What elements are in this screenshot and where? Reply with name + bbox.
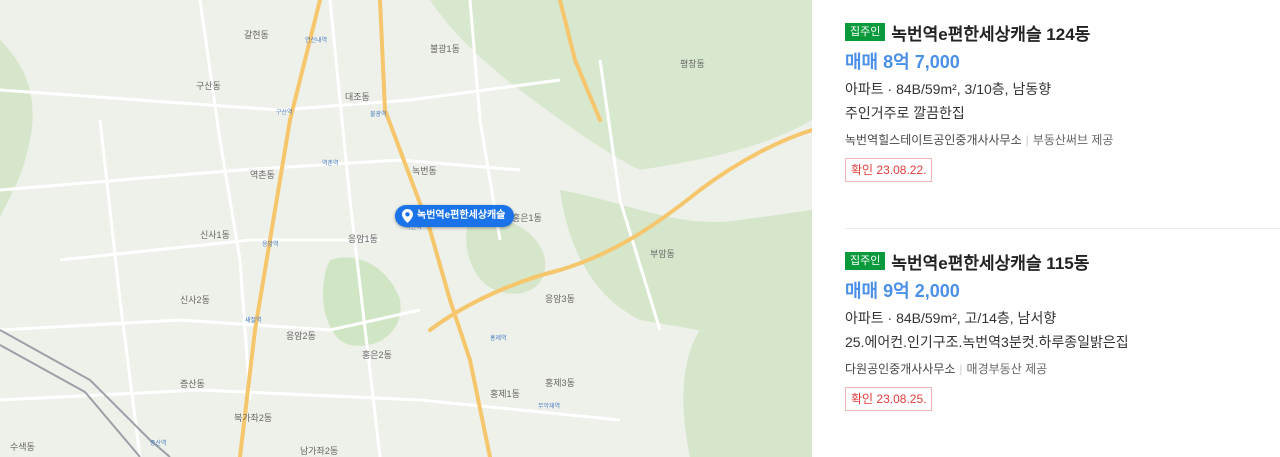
map-area-label: 증산동	[180, 379, 205, 389]
separator: |	[959, 362, 963, 376]
map-area-label: 평창동	[680, 59, 705, 69]
listing-card[interactable]: 집주인 녹번역e편한세상캐슬 115동 매매 9억 2,000 아파트 · 84…	[845, 250, 1280, 411]
listing-title[interactable]: 녹번역e편한세상캐슬 124동	[891, 20, 1090, 45]
map-area-label: 남가좌2동	[300, 446, 339, 456]
listing-description: 주인거주로 깔끔한집	[845, 105, 965, 121]
listing-agency-row: 다원공인중개사사무소 | 매경부동산 제공	[845, 361, 1280, 377]
map-area-label: 대조동	[345, 92, 370, 102]
map-area-label: 구산동	[196, 81, 221, 91]
listing-spec: 아파트 · 84B/59m², 고/14층, 남서향	[845, 310, 1057, 326]
listing-price: 매매 8억 7,000	[845, 52, 960, 72]
station-label: 홍제역	[490, 336, 507, 342]
map-area-label: 홍제3동	[545, 378, 575, 388]
map-pin-label: 녹번역e편한세상캐슬	[417, 210, 506, 221]
map-area-label: 신사1동	[200, 230, 230, 240]
map-view[interactable]: 불광1동 구산동 대조동 갈현동 역촌동 녹번동 응암1동 응암2동 신사1동 …	[0, 0, 812, 457]
map-area-label: 녹번동	[412, 166, 437, 176]
map-area-label: 홍은1동	[512, 213, 542, 223]
map-area-label: 불광1동	[430, 44, 460, 54]
provider-name: 부동산써브 제공	[1032, 133, 1114, 147]
map-area-label: 부암동	[650, 249, 675, 259]
station-label: 역촌역	[322, 161, 339, 167]
listing-description: 25.에어컨.인기구조.녹번역3분컷.하루종일밝은집	[845, 334, 1129, 350]
map-area-label: 홍은2동	[362, 350, 392, 360]
map-area-label: 홍제1동	[490, 389, 520, 399]
map-area-label: 신사2동	[180, 295, 210, 305]
confirm-date-badge: 확인 23.08.22.	[845, 158, 933, 182]
listing-card[interactable]: 집주인 녹번역e편한세상캐슬 124동 매매 8억 7,000 아파트 · 84…	[845, 21, 1280, 182]
station-label: 구산역	[276, 110, 293, 116]
map-area-label: 북가좌2동	[234, 413, 273, 423]
confirm-date-badge: 확인 23.08.25.	[845, 387, 933, 411]
station-label: 응암역	[262, 242, 279, 248]
listing-agency-row: 녹번역힐스테이트공인중개사사무소 | 부동산써브 제공	[845, 132, 1280, 148]
separator: |	[1025, 133, 1029, 147]
listing-spec: 아파트 · 84B/59m², 3/10층, 남동향	[845, 81, 1052, 97]
listing-price: 매매 9억 2,000	[845, 281, 960, 301]
station-label: 무악재역	[538, 404, 561, 410]
map-area-label: 응암2동	[286, 331, 316, 341]
map-area-label: 응암1동	[348, 234, 378, 244]
station-label: 새절역	[245, 318, 262, 324]
owner-badge: 집주인	[845, 23, 886, 41]
listing-title[interactable]: 녹번역e편한세상캐슬 115동	[891, 249, 1089, 274]
station-label: 증산역	[150, 441, 167, 447]
map-pin-marker[interactable]: 녹번역e편한세상캐슬	[395, 205, 515, 227]
map-area-label: 갈현동	[244, 30, 269, 40]
map-area-label: 수색동	[10, 442, 35, 452]
map-area-label: 역촌동	[250, 170, 275, 180]
listing-panel[interactable]: 집주인 녹번역e편한세상캐슬 124동 매매 8억 7,000 아파트 · 84…	[812, 0, 1280, 457]
map-area-label: 응암3동	[545, 294, 575, 304]
provider-name: 매경부동산 제공	[966, 362, 1048, 376]
station-label: 불광역	[370, 112, 387, 118]
agency-name[interactable]: 다원공인중개사사무소	[845, 362, 955, 376]
divider	[845, 228, 1280, 229]
station-label: 연신내역	[305, 38, 328, 44]
agency-name[interactable]: 녹번역힐스테이트공인중개사사무소	[845, 133, 1022, 147]
owner-badge: 집주인	[845, 252, 886, 270]
